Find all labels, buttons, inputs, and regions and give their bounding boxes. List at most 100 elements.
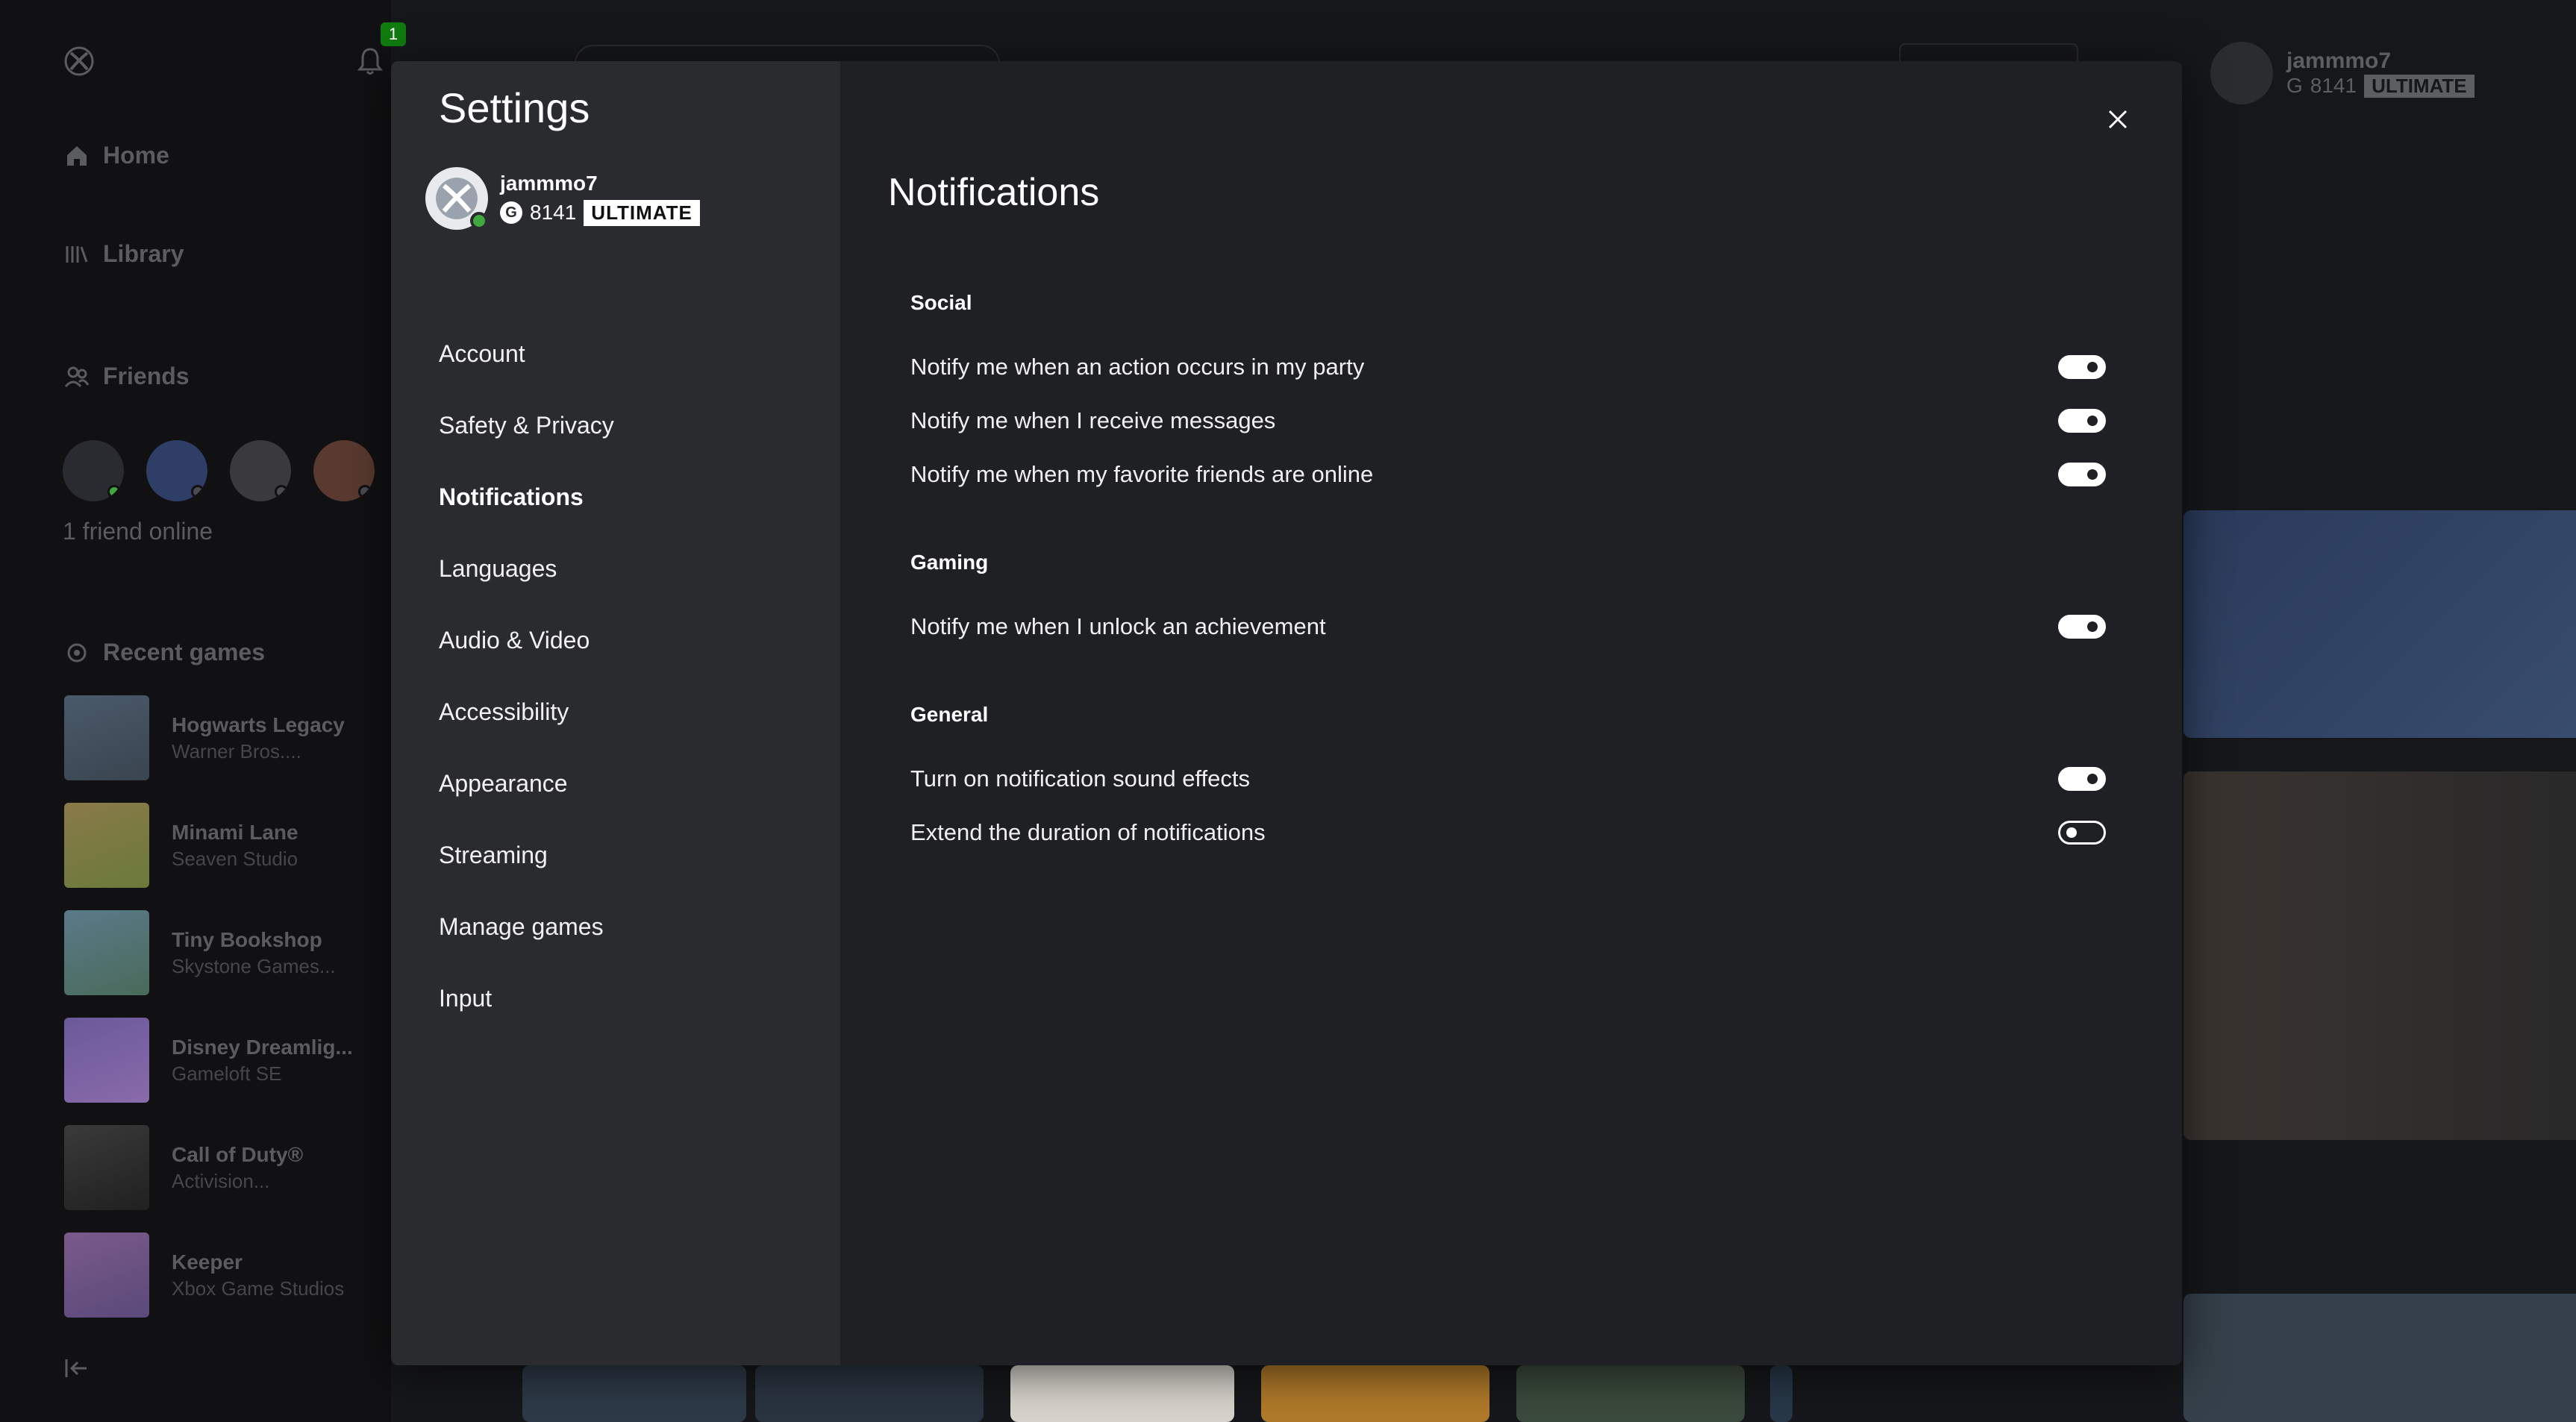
game-tile[interactable] [522,1365,746,1422]
game-thumbnail [64,695,149,780]
nav-library-label: Library [103,240,184,267]
setting-row: Notify me when my favorite friends are o… [910,448,2107,501]
toggle-knob [2066,827,2077,838]
menu-item-safety-privacy[interactable]: Safety & Privacy [439,401,614,473]
favorite-friends-online-toggle[interactable] [2058,463,2106,486]
recent-game-item[interactable]: Hogwarts Legacy Warner Bros.... [64,695,345,780]
offline-status-dot [191,485,204,498]
gamerscore-value: 8141 [530,201,577,224]
recent-games-heading: Recent games [64,639,265,666]
library-icon [66,245,88,263]
gamertag: jammmo7 [2286,48,2392,73]
menu-item-streaming[interactable]: Streaming [439,831,614,903]
setting-label: Notify me when I unlock an achievement [910,613,1326,639]
topbar-user[interactable]: jammmo7 G 8141 ULTIMATE [2210,42,2475,104]
game-tile[interactable] [1261,1365,1489,1422]
game-thumbnail [64,1232,149,1318]
friend-avatar[interactable] [230,440,291,501]
recent-game-item[interactable]: Minami Lane Seaven Studio [64,803,298,888]
game-publisher: Activision... [172,1169,270,1192]
toggle-knob [2087,774,2098,784]
game-tile[interactable] [1010,1365,1234,1422]
recent-game-item[interactable]: Keeper Xbox Game Studios [64,1232,344,1318]
game-thumbnail [64,1125,149,1210]
section-heading-general: General [910,703,989,726]
nav-library[interactable]: Library [64,240,184,268]
game-publisher: Skystone Games... [172,954,336,977]
game-tile[interactable] [1516,1365,1745,1422]
nav-friends-label: Friends [103,363,190,389]
xbox-app: 1 jammmo7 G 8141 ULTIMATE Home Library F… [0,0,2576,1422]
messages-toggle[interactable] [2058,409,2106,433]
friend-avatar[interactable] [313,440,375,501]
nav-home-label: Home [103,142,169,169]
notification-count-badge: 1 [381,22,406,46]
game-tile[interactable] [2183,1294,2576,1422]
menu-item-manage-games[interactable]: Manage games [439,903,614,974]
setting-label: Notify me when my favorite friends are o… [910,461,1374,487]
collapse-sidebar-icon[interactable] [64,1358,90,1379]
recent-game-item[interactable]: Call of Duty® Activision... [64,1125,303,1210]
game-title: Hogwarts Legacy [172,712,345,736]
setting-row: Notify me when an action occurs in my pa… [910,340,2107,394]
settings-menu: Account Safety & Privacy Notifications L… [439,330,614,1046]
party-action-toggle[interactable] [2058,355,2106,379]
menu-item-notifications[interactable]: Notifications [439,473,614,545]
setting-row: Notify me when I receive messages [910,394,2107,448]
profile-summary: jammmo7 G 8141 ULTIMATE [425,167,700,230]
achievement-toggle[interactable] [2058,615,2106,639]
nav-friends[interactable]: Friends [64,363,190,390]
offline-status-dot [275,485,288,498]
gamerscore-icon: G [2286,74,2303,97]
section-heading-gaming: Gaming [910,551,989,574]
game-publisher: Xbox Game Studios [172,1277,345,1300]
gamerscore-icon: G [500,201,522,224]
toggle-knob [2087,416,2098,426]
extend-duration-toggle[interactable] [2058,821,2106,845]
menu-item-languages[interactable]: Languages [439,545,614,616]
game-thumbnail [64,1018,149,1103]
page-title: Notifications [888,171,1100,214]
setting-label: Notify me when an action occurs in my pa… [910,354,1365,380]
menu-item-accessibility[interactable]: Accessibility [439,688,614,759]
sound-effects-toggle[interactable] [2058,767,2106,791]
menu-item-appearance[interactable]: Appearance [439,759,614,831]
game-tile[interactable] [2183,510,2576,738]
menu-item-audio-video[interactable]: Audio & Video [439,616,614,688]
setting-label: Turn on notification sound effects [910,765,1250,792]
friend-avatar[interactable] [146,440,207,501]
toggle-knob [2087,621,2098,632]
setting-row: Notify me when I unlock an achievement [910,600,2107,654]
menu-item-input[interactable]: Input [439,974,614,1046]
toggle-knob [2087,362,2098,372]
game-title: Call of Duty® [172,1142,304,1166]
game-thumbnail [64,910,149,995]
recent-games-label: Recent games [103,639,265,665]
section-heading-social: Social [910,291,972,314]
gamerscore-value: 8141 [2310,74,2357,97]
friends-icon [64,366,90,387]
game-title: Keeper [172,1250,243,1274]
home-icon [67,145,87,166]
recent-game-item[interactable]: Tiny Bookshop Skystone Games... [64,910,336,995]
game-publisher: Gameloft SE [172,1062,282,1085]
friends-online-count: 1 friend online [63,518,213,545]
game-thumbnail [64,803,149,888]
game-publisher: Seaven Studio [172,847,298,870]
setting-row: Extend the duration of notifications [910,806,2107,859]
friend-avatar[interactable] [63,440,124,501]
xbox-logo-icon[interactable] [64,46,94,76]
gamerscore: G 8141 ULTIMATE [2286,74,2475,98]
menu-item-account[interactable]: Account [439,330,614,401]
game-tile[interactable] [2183,771,2576,1140]
settings-title: Settings [439,84,590,131]
game-title: Minami Lane [172,820,298,844]
online-status-dot [107,485,121,498]
settings-sidebar: Settings jammmo7 G 8141 ULTIMATE Account… [391,61,840,1365]
setting-row: Turn on notification sound effects [910,752,2107,806]
bell-icon[interactable] [357,46,384,76]
game-tile[interactable] [755,1365,984,1422]
nav-home[interactable]: Home [64,142,169,169]
recent-game-item[interactable]: Disney Dreamlig... Gameloft SE [64,1018,353,1103]
game-tile[interactable] [1770,1365,1792,1422]
